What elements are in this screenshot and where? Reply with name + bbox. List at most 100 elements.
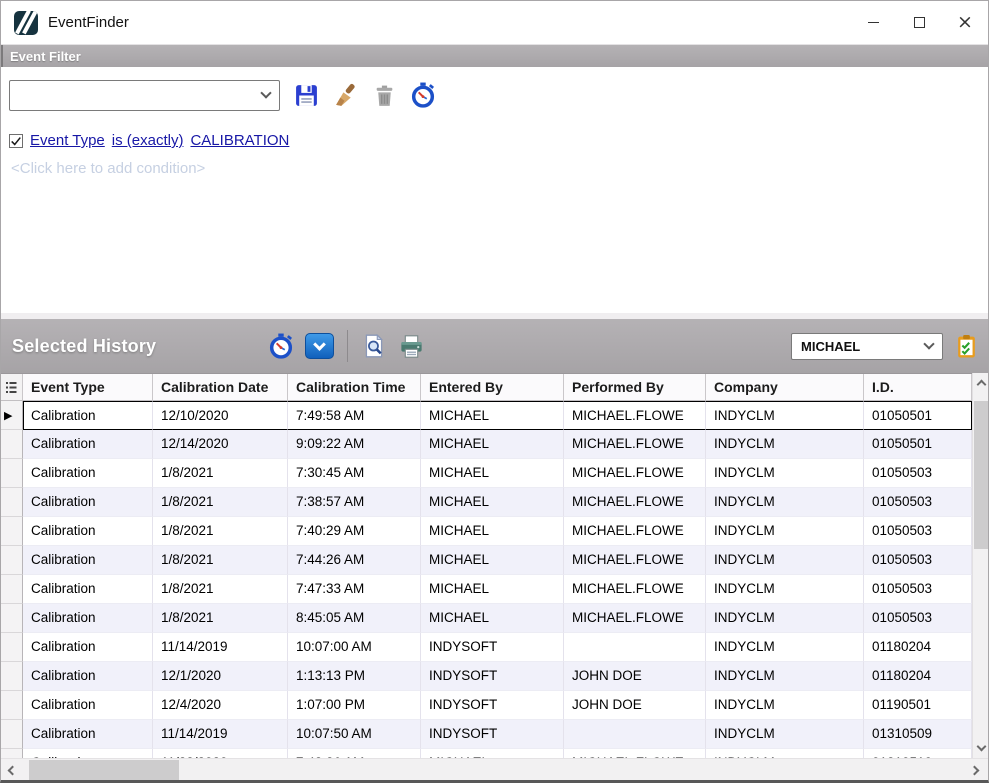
table-row[interactable]: Calibration11/23/20207:43:36 AMMICHAELMI… bbox=[1, 749, 972, 758]
table-row[interactable]: Calibration1/8/20218:45:05 AMMICHAELMICH… bbox=[1, 604, 972, 633]
event-checklist-button[interactable] bbox=[953, 333, 980, 360]
cell-calibration-time[interactable]: 7:44:26 AM bbox=[288, 546, 421, 575]
cell-performed-by[interactable] bbox=[564, 720, 706, 749]
cell-entered-by[interactable]: MICHAEL bbox=[421, 604, 564, 633]
cell-event-type[interactable]: Calibration bbox=[23, 662, 153, 691]
cell-performed-by[interactable]: MICHAEL.FLOWE bbox=[564, 401, 706, 430]
print-button[interactable] bbox=[398, 333, 425, 360]
cell-calibration-date[interactable]: 1/8/2021 bbox=[153, 459, 288, 488]
cell-event-type[interactable]: Calibration bbox=[23, 575, 153, 604]
cell-event-type[interactable]: Calibration bbox=[23, 459, 153, 488]
clear-filter-button[interactable] bbox=[332, 82, 358, 108]
cell-entered-by[interactable]: MICHAEL bbox=[421, 459, 564, 488]
cell-calibration-time[interactable]: 9:09:22 AM bbox=[288, 430, 421, 459]
cell-i-d[interactable]: 01050501 bbox=[864, 430, 972, 459]
cell-performed-by[interactable]: MICHAEL.FLOWE bbox=[564, 488, 706, 517]
cell-i-d[interactable]: 01180204 bbox=[864, 633, 972, 662]
cell-performed-by[interactable]: MICHAEL.FLOWE bbox=[564, 575, 706, 604]
cell-company[interactable]: INDYCLM bbox=[706, 575, 864, 604]
cell-event-type[interactable]: Calibration bbox=[23, 430, 153, 459]
cell-i-d[interactable]: 01050503 bbox=[864, 604, 972, 633]
table-row[interactable]: Calibration12/14/20209:09:22 AMMICHAELMI… bbox=[1, 430, 972, 459]
row-indicator[interactable] bbox=[1, 488, 23, 517]
row-indicator[interactable] bbox=[1, 604, 23, 633]
cell-event-type[interactable]: Calibration bbox=[23, 633, 153, 662]
row-indicator[interactable] bbox=[1, 459, 23, 488]
row-indicator[interactable] bbox=[1, 546, 23, 575]
cell-event-type[interactable]: Calibration bbox=[23, 401, 153, 430]
cell-entered-by[interactable]: MICHAEL bbox=[421, 488, 564, 517]
cell-entered-by[interactable]: INDYSOFT bbox=[421, 662, 564, 691]
maximize-button[interactable] bbox=[896, 1, 942, 44]
cell-entered-by[interactable]: INDYSOFT bbox=[421, 633, 564, 662]
cell-performed-by[interactable]: MICHAEL.FLOWE bbox=[564, 546, 706, 575]
cell-performed-by[interactable]: MICHAEL.FLOWE bbox=[564, 517, 706, 546]
cell-company[interactable]: INDYCLM bbox=[706, 430, 864, 459]
cell-i-d[interactable]: 01180204 bbox=[864, 662, 972, 691]
row-indicator[interactable] bbox=[1, 517, 23, 546]
cell-calibration-time[interactable]: 10:07:00 AM bbox=[288, 633, 421, 662]
cell-calibration-time[interactable]: 1:07:00 PM bbox=[288, 691, 421, 720]
cell-event-type[interactable]: Calibration bbox=[23, 749, 153, 758]
column-header-event-type[interactable]: Event Type bbox=[23, 374, 153, 401]
cell-company[interactable]: INDYCLM bbox=[706, 546, 864, 575]
cell-calibration-date[interactable]: 12/4/2020 bbox=[153, 691, 288, 720]
table-row[interactable]: Calibration1/8/20217:47:33 AMMICHAELMICH… bbox=[1, 575, 972, 604]
table-row[interactable]: Calibration1/8/20217:44:26 AMMICHAELMICH… bbox=[1, 546, 972, 575]
cell-company[interactable]: INDYCLM bbox=[706, 604, 864, 633]
cell-company[interactable]: INDYCLM bbox=[706, 488, 864, 517]
row-indicator[interactable] bbox=[1, 575, 23, 604]
row-indicator[interactable] bbox=[1, 662, 23, 691]
cell-event-type[interactable]: Calibration bbox=[23, 691, 153, 720]
column-header-i-d[interactable]: I.D. bbox=[864, 374, 972, 401]
save-filter-button[interactable] bbox=[293, 82, 319, 108]
table-row[interactable]: Calibration11/14/201910:07:00 AMINDYSOFT… bbox=[1, 633, 972, 662]
cell-calibration-time[interactable]: 7:47:33 AM bbox=[288, 575, 421, 604]
cell-i-d[interactable]: 01050501 bbox=[864, 401, 972, 430]
row-indicator[interactable] bbox=[1, 691, 23, 720]
column-header-entered-by[interactable]: Entered By bbox=[421, 374, 564, 401]
condition-value-link[interactable]: CALIBRATION bbox=[190, 132, 289, 149]
scroll-right-button[interactable] bbox=[966, 759, 986, 781]
column-header-calibration-date[interactable]: Calibration Date bbox=[153, 374, 288, 401]
saved-filter-combobox[interactable] bbox=[9, 80, 280, 111]
table-row[interactable]: Calibration12/4/20201:07:00 PMINDYSOFTJO… bbox=[1, 691, 972, 720]
print-preview-button[interactable] bbox=[360, 333, 387, 360]
cell-calibration-time[interactable]: 7:40:29 AM bbox=[288, 517, 421, 546]
horizontal-scrollbar[interactable] bbox=[1, 758, 988, 780]
close-button[interactable]: × bbox=[942, 1, 988, 44]
cell-calibration-date[interactable]: 12/14/2020 bbox=[153, 430, 288, 459]
cell-calibration-time[interactable]: 7:49:58 AM bbox=[288, 401, 421, 430]
cell-event-type[interactable]: Calibration bbox=[23, 720, 153, 749]
condition-checkbox[interactable] bbox=[9, 134, 23, 148]
scroll-up-button[interactable] bbox=[973, 373, 988, 393]
cell-entered-by[interactable]: INDYSOFT bbox=[421, 691, 564, 720]
user-filter-combobox[interactable]: MICHAEL bbox=[791, 333, 943, 360]
cell-event-type[interactable]: Calibration bbox=[23, 517, 153, 546]
minimize-button[interactable] bbox=[850, 1, 896, 44]
cell-performed-by[interactable]: MICHAEL.FLOWE bbox=[564, 459, 706, 488]
cell-calibration-date[interactable]: 12/10/2020 bbox=[153, 401, 288, 430]
cell-i-d[interactable]: 01050503 bbox=[864, 488, 972, 517]
cell-calibration-date[interactable]: 1/8/2021 bbox=[153, 546, 288, 575]
cell-performed-by[interactable]: JOHN DOE bbox=[564, 662, 706, 691]
scroll-left-button[interactable] bbox=[1, 759, 21, 781]
table-row[interactable]: Calibration12/1/20201:13:13 PMINDYSOFTJO… bbox=[1, 662, 972, 691]
column-header-calibration-time[interactable]: Calibration Time bbox=[288, 374, 421, 401]
table-row[interactable]: Calibration1/8/20217:38:57 AMMICHAELMICH… bbox=[1, 488, 972, 517]
condition-operator-link[interactable]: is (exactly) bbox=[112, 132, 184, 149]
cell-calibration-date[interactable]: 1/8/2021 bbox=[153, 575, 288, 604]
cell-performed-by[interactable]: MICHAEL.FLOWE bbox=[564, 430, 706, 459]
cell-i-d[interactable]: 01310509 bbox=[864, 720, 972, 749]
cell-company[interactable]: INDYCLM bbox=[706, 691, 864, 720]
cell-calibration-time[interactable]: 8:45:05 AM bbox=[288, 604, 421, 633]
cell-i-d[interactable]: 01050503 bbox=[864, 459, 972, 488]
table-row[interactable]: Calibration1/8/20217:40:29 AMMICHAELMICH… bbox=[1, 517, 972, 546]
table-row[interactable]: ▶Calibration12/10/20207:49:58 AMMICHAELM… bbox=[1, 401, 972, 430]
cell-calibration-date[interactable]: 11/14/2019 bbox=[153, 633, 288, 662]
cell-company[interactable]: INDYCLM bbox=[706, 517, 864, 546]
cell-calibration-date[interactable]: 1/8/2021 bbox=[153, 488, 288, 517]
cell-calibration-time[interactable]: 7:38:57 AM bbox=[288, 488, 421, 517]
row-indicator[interactable] bbox=[1, 430, 23, 459]
cell-i-d[interactable]: 01050503 bbox=[864, 546, 972, 575]
